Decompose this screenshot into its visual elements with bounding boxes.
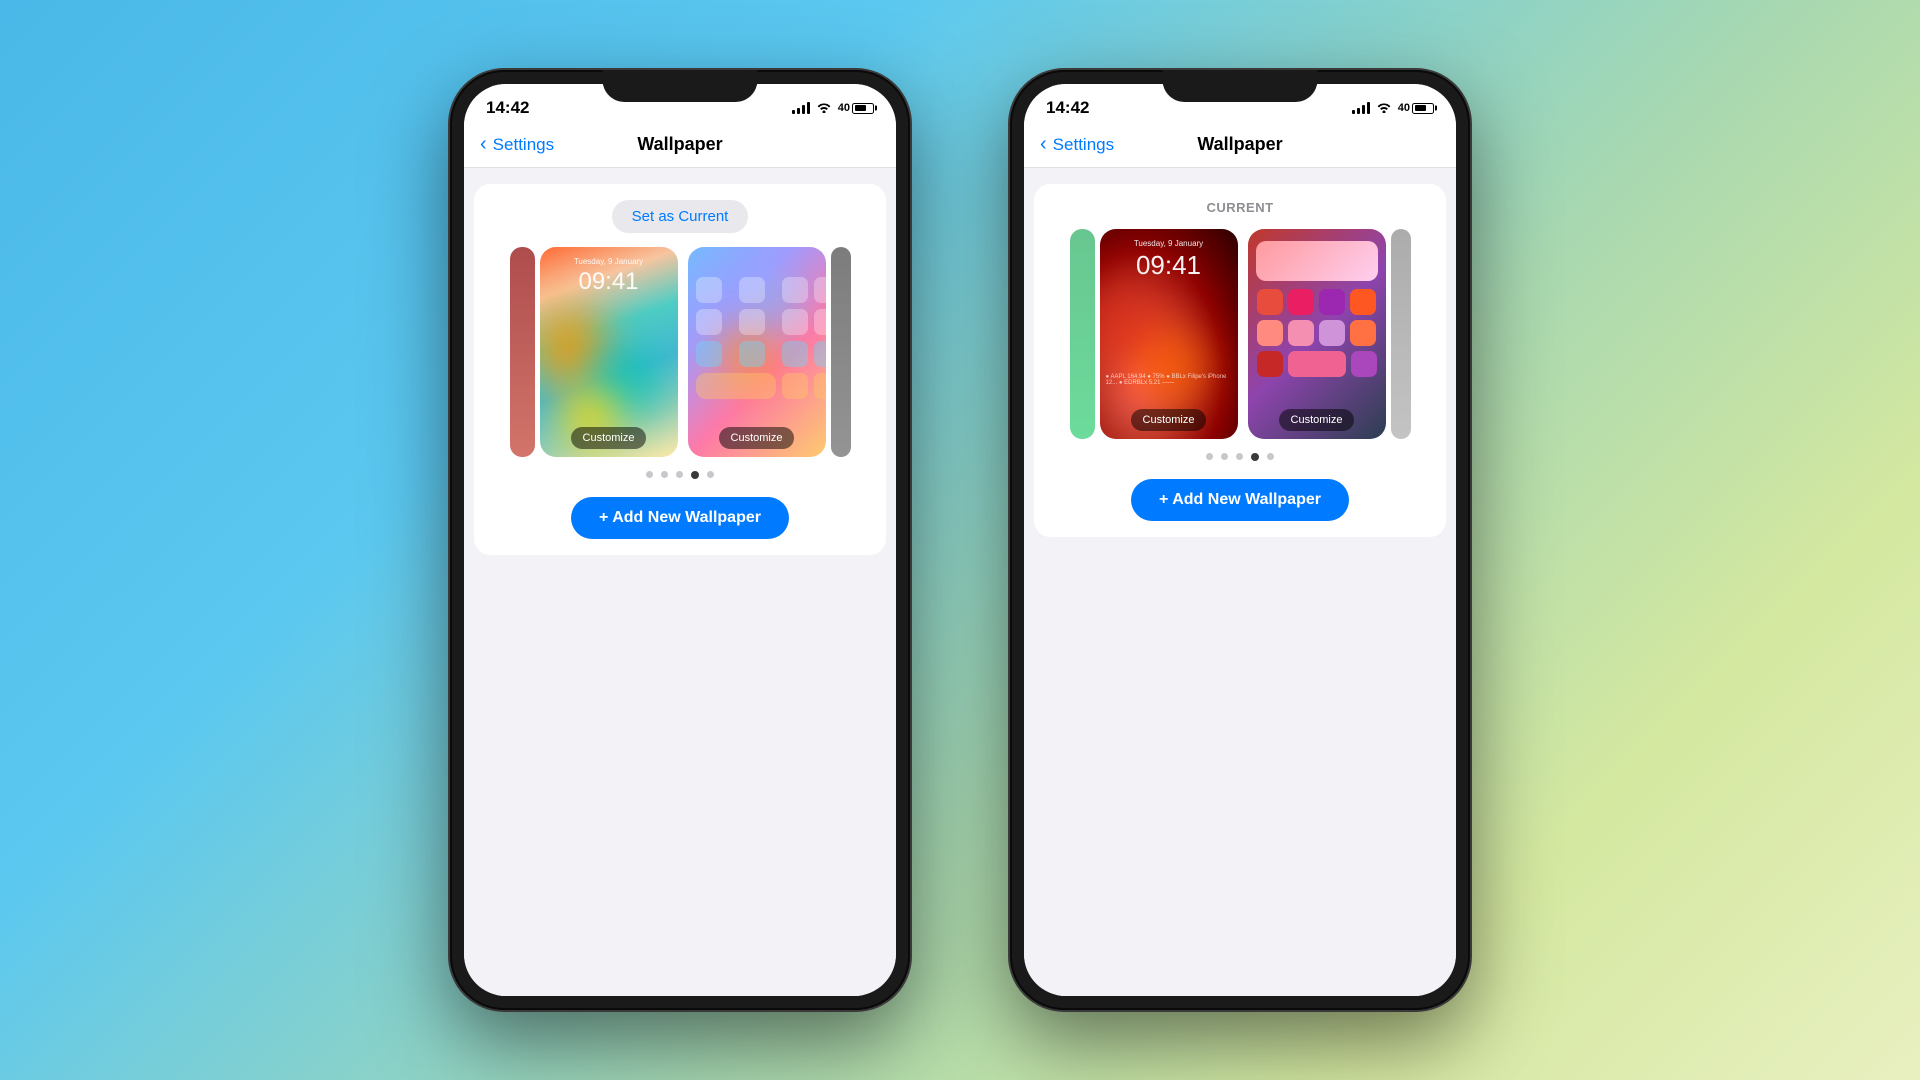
status-icons-2: 40 xyxy=(1352,101,1434,116)
status-time-1: 14:42 xyxy=(486,98,529,118)
wallpaper-scroll-2[interactable]: Tuesday, 9 January 09:41 ● AAPL 164.94 ●… xyxy=(1050,229,1430,439)
screen-content-2: CURRENT Tuesday, 9 Januar xyxy=(1024,168,1456,996)
dot-2-2 xyxy=(1221,453,1228,460)
lock-time-2: 09:41 xyxy=(1100,250,1238,281)
battery-text-1: 40 xyxy=(838,102,850,114)
dot-2-1 xyxy=(1206,453,1213,460)
lock-screen-info-1: Tuesday, 9 January 09:41 xyxy=(540,257,678,296)
peek-right-2 xyxy=(1391,229,1411,439)
customize-home-2[interactable]: Customize xyxy=(1279,409,1355,431)
pagination-2 xyxy=(1206,453,1274,461)
signal-icon-1 xyxy=(792,102,810,114)
signal-icon-2 xyxy=(1352,102,1370,114)
dot-2-3 xyxy=(1236,453,1243,460)
wallpaper-previews-1: Tuesday, 9 January 09:41 Customize xyxy=(540,247,826,457)
phone-1: 14:42 40 xyxy=(450,70,910,1010)
lock-widgets-2: ● AAPL 164.94 ● 75% ● BBLx Filipe's iPho… xyxy=(1106,374,1232,389)
nav-title-2: Wallpaper xyxy=(1197,134,1282,155)
home-screen-preview-2[interactable]: Customize xyxy=(1248,229,1386,439)
peek-left-2 xyxy=(1070,229,1095,439)
wifi-icon-2 xyxy=(1376,101,1392,116)
screen-1: 14:42 40 xyxy=(464,84,896,996)
app-icons-1 xyxy=(696,277,818,399)
dot-2-4 xyxy=(1251,453,1259,461)
battery-icon-1: 40 xyxy=(838,102,874,114)
add-wallpaper-button-2[interactable]: + Add New Wallpaper xyxy=(1131,479,1349,521)
lock-date-2: Tuesday, 9 January xyxy=(1100,239,1238,248)
screen-content-1: Set as Current xyxy=(464,168,896,996)
lock-date-1: Tuesday, 9 January xyxy=(540,257,678,266)
phone-2: 14:42 40 xyxy=(1010,70,1470,1010)
screen-2: 14:42 40 xyxy=(1024,84,1456,996)
lock-time-1: 09:41 xyxy=(540,268,678,296)
dot-1-5 xyxy=(707,471,714,478)
lock-screen-info-2: Tuesday, 9 January 09:41 xyxy=(1100,239,1238,281)
back-button-2[interactable]: ‹ Settings xyxy=(1040,133,1114,156)
home-icons-2 xyxy=(1256,289,1378,382)
nav-bar-1: ‹ Settings Wallpaper xyxy=(464,126,896,168)
current-label: CURRENT xyxy=(1206,200,1273,215)
back-label-2[interactable]: Settings xyxy=(1053,135,1114,155)
notch-1 xyxy=(603,70,758,102)
customize-lock-1[interactable]: Customize xyxy=(571,427,647,449)
wallpaper-card-2: CURRENT Tuesday, 9 Januar xyxy=(1034,184,1446,537)
customize-lock-2[interactable]: Customize xyxy=(1131,409,1207,431)
notch-2 xyxy=(1163,70,1318,102)
nav-title-1: Wallpaper xyxy=(637,134,722,155)
chevron-left-icon-2: ‹ xyxy=(1040,133,1047,156)
add-wallpaper-button-1[interactable]: + Add New Wallpaper xyxy=(571,497,789,539)
dot-1-4 xyxy=(691,471,699,479)
battery-icon-2: 40 xyxy=(1398,102,1434,114)
peek-left-1 xyxy=(510,247,535,457)
customize-home-1[interactable]: Customize xyxy=(719,427,795,449)
battery-text-2: 40 xyxy=(1398,102,1410,114)
home-screen-preview-1[interactable]: Customize xyxy=(688,247,826,457)
dot-1-1 xyxy=(646,471,653,478)
peek-right-1 xyxy=(831,247,851,457)
lock-screen-preview-1[interactable]: Tuesday, 9 January 09:41 Customize xyxy=(540,247,678,457)
top-widget-2 xyxy=(1256,241,1378,281)
back-label-1[interactable]: Settings xyxy=(493,135,554,155)
back-button-1[interactable]: ‹ Settings xyxy=(480,133,554,156)
wifi-icon-1 xyxy=(816,101,832,116)
status-icons-1: 40 xyxy=(792,101,874,116)
status-time-2: 14:42 xyxy=(1046,98,1089,118)
chevron-left-icon-1: ‹ xyxy=(480,133,487,156)
set-current-button[interactable]: Set as Current xyxy=(612,200,749,233)
dot-1-2 xyxy=(661,471,668,478)
pagination-1 xyxy=(646,471,714,479)
wallpaper-previews-2: Tuesday, 9 January 09:41 ● AAPL 164.94 ●… xyxy=(1100,229,1386,439)
nav-bar-2: ‹ Settings Wallpaper xyxy=(1024,126,1456,168)
dot-1-3 xyxy=(676,471,683,478)
dot-2-5 xyxy=(1267,453,1274,460)
wallpaper-scroll-1[interactable]: Tuesday, 9 January 09:41 Customize xyxy=(490,247,870,457)
phones-container: 14:42 40 xyxy=(450,70,1470,1010)
lock-screen-preview-2[interactable]: Tuesday, 9 January 09:41 ● AAPL 164.94 ●… xyxy=(1100,229,1238,439)
wallpaper-card-1: Set as Current xyxy=(474,184,886,555)
